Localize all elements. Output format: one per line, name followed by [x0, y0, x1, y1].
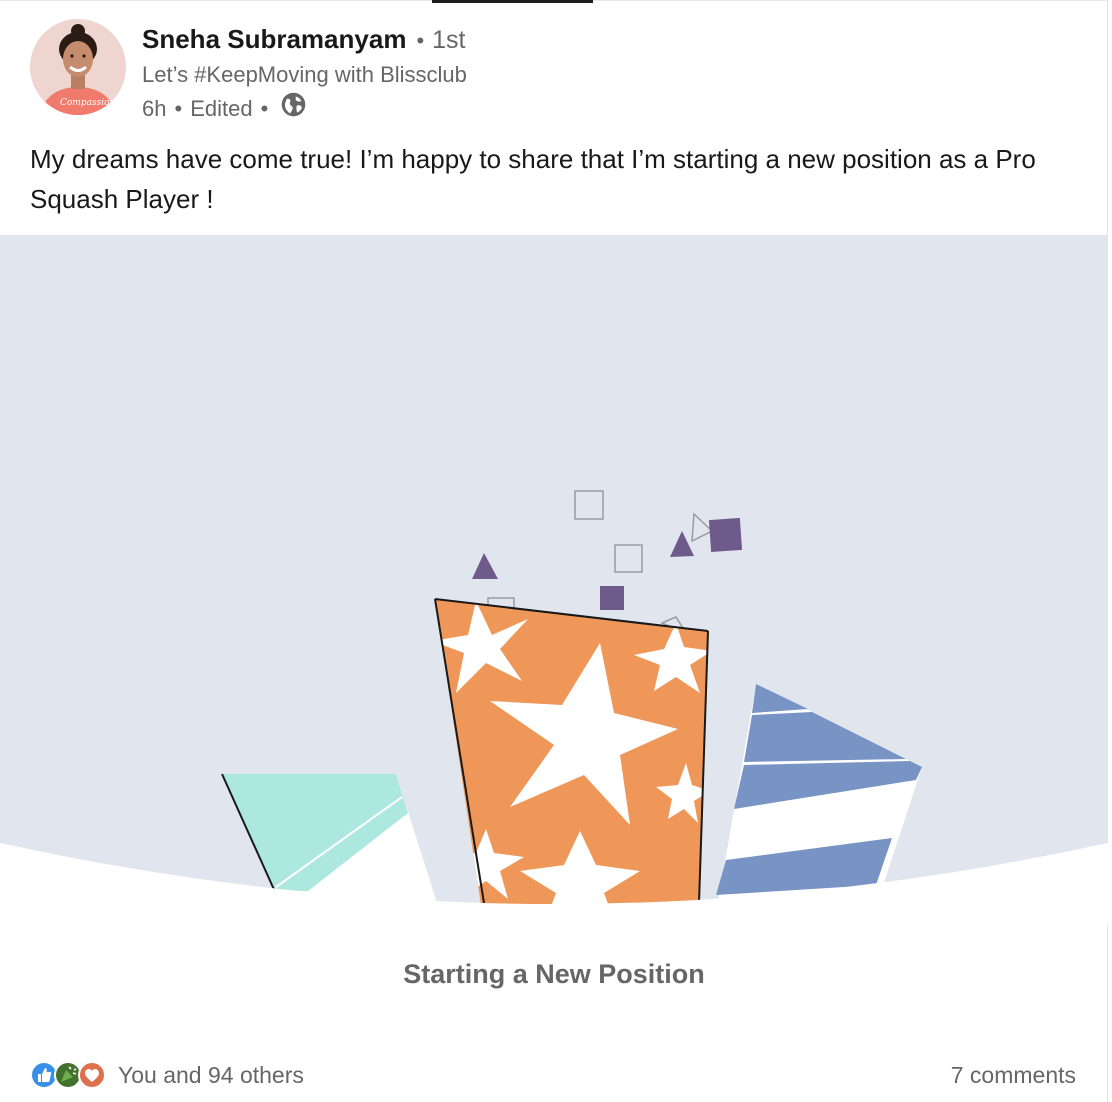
- new-position-banner[interactable]: [0, 235, 1108, 925]
- connection-degree: 1st: [432, 26, 466, 54]
- bullet-separator: •: [260, 96, 269, 121]
- reactions-summary[interactable]: You and 94 others: [30, 1059, 304, 1091]
- social-counts: You and 94 others 7 comments: [30, 1059, 1076, 1091]
- love-icon: [78, 1061, 106, 1089]
- comments-count[interactable]: 7 comments: [951, 1062, 1076, 1089]
- globe-icon: [276, 91, 307, 127]
- banner-caption: Starting a New Position: [403, 959, 705, 989]
- bullet-separator: •: [416, 28, 425, 53]
- post-meta: 6h • Edited •: [142, 91, 467, 127]
- post-body-text: My dreams have come true! I’m happy to s…: [30, 144, 1036, 214]
- author-headline: Let’s #KeepMoving with Blissclub: [142, 62, 467, 87]
- post-time: 6h: [142, 96, 167, 121]
- reactions-count[interactable]: You and 94 others: [118, 1062, 304, 1089]
- edited-label: Edited: [190, 96, 253, 121]
- author-avatar[interactable]: Compassion: [30, 19, 126, 115]
- author-name[interactable]: Sneha Subramanyam: [142, 21, 406, 57]
- author-name-row: Sneha Subramanyam • 1st: [142, 21, 467, 59]
- post-header: Sneha Subramanyam • 1st Let’s #KeepMovin…: [142, 21, 467, 127]
- reaction-icons: [30, 1059, 110, 1091]
- active-tab-indicator: [432, 0, 593, 3]
- bullet-separator: •: [174, 96, 183, 121]
- feed-post: Compassion Sneha Subramanyam • 1st Let’s…: [0, 0, 1108, 1102]
- svg-text:Compassion: Compassion: [60, 98, 116, 108]
